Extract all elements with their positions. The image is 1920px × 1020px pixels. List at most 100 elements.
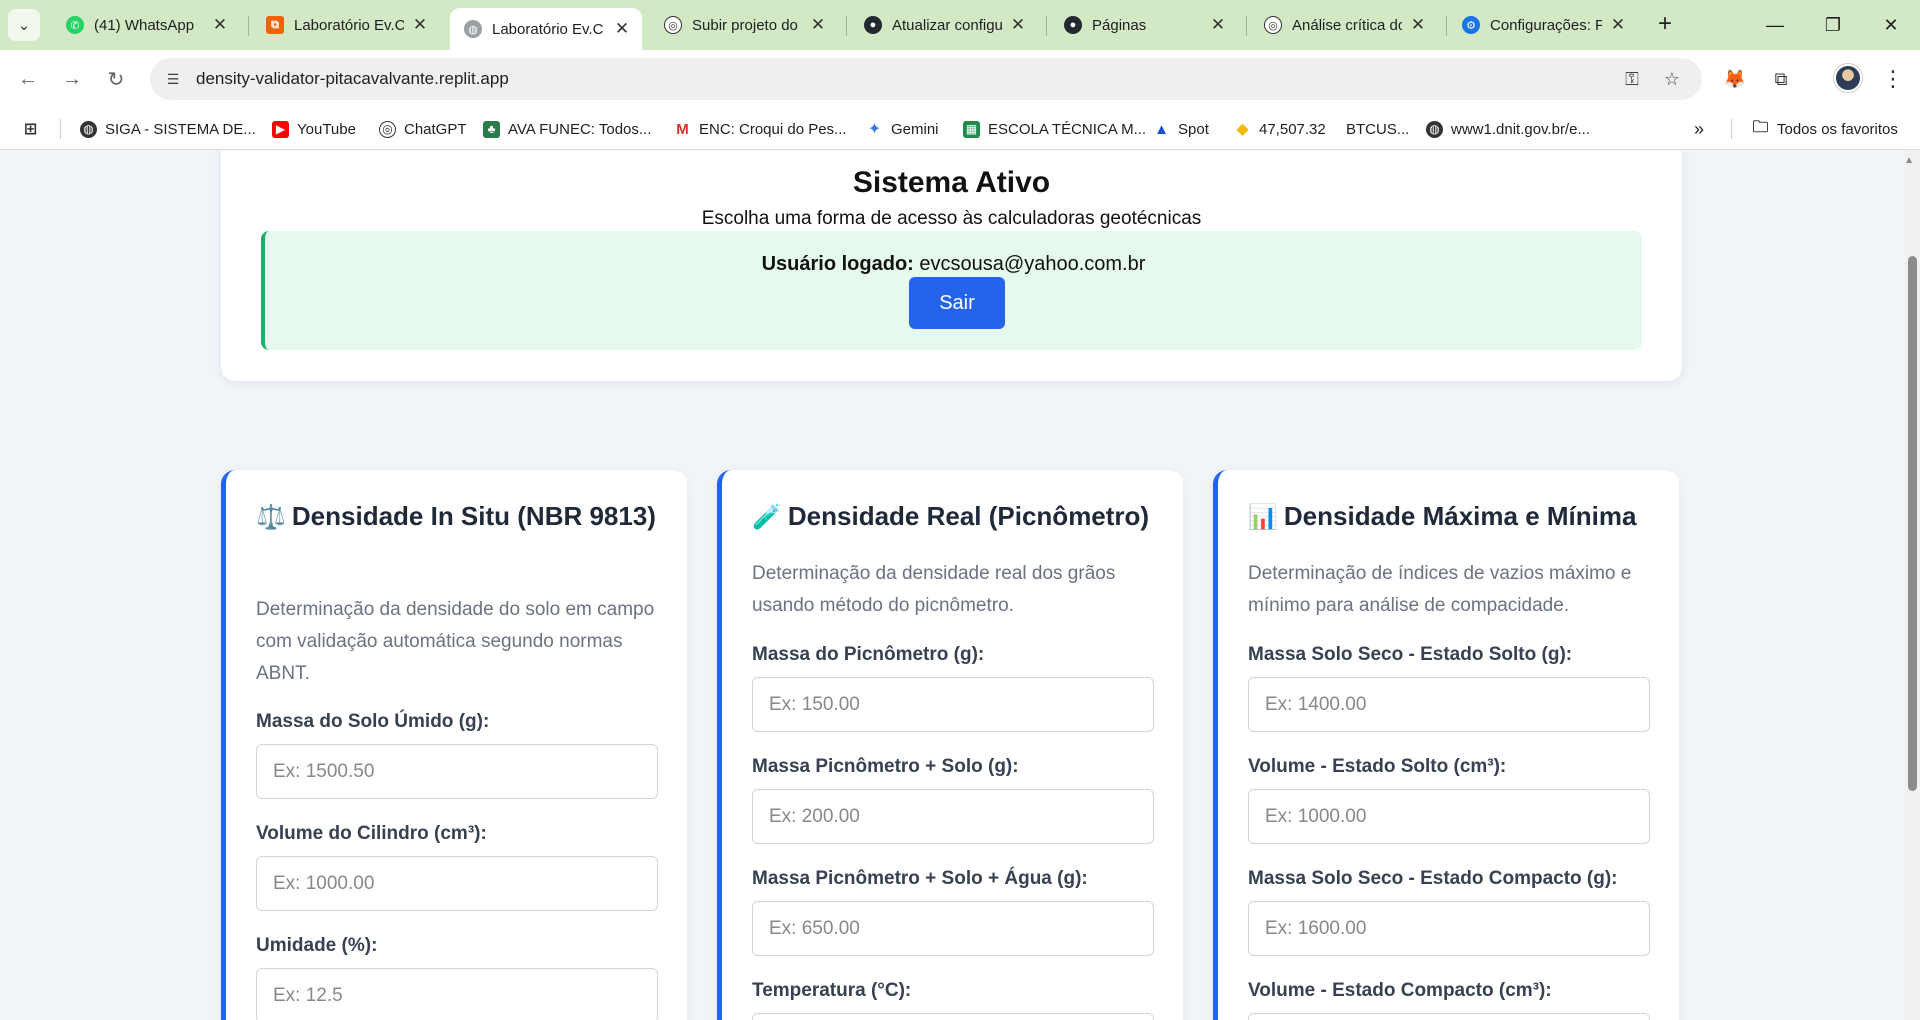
volume-cilindro-input[interactable] bbox=[256, 856, 658, 911]
avatar[interactable] bbox=[1834, 64, 1862, 92]
openai-icon: ◎ bbox=[379, 120, 396, 138]
volume-solto-field[interactable] bbox=[1249, 790, 1649, 843]
metamask-extension-icon[interactable]: 🦊 bbox=[1719, 63, 1751, 95]
umidade-input[interactable] bbox=[256, 968, 658, 1020]
close-icon[interactable]: ✕ bbox=[612, 19, 632, 39]
massa-solo-umido-input[interactable] bbox=[256, 744, 658, 799]
scroll-up-arrow-icon[interactable]: ▲ bbox=[1904, 155, 1914, 166]
massa-picnometro-solo-agua-field[interactable] bbox=[753, 902, 1153, 955]
card-densidade-real: 🧪 Densidade Real (Picnômetro) Determinaçã… bbox=[717, 470, 1183, 1020]
ava-icon: ♣ bbox=[483, 120, 500, 138]
card-description: Determinação da densidade real dos grãos… bbox=[752, 563, 1116, 616]
bookmark-youtube[interactable]: ▶ YouTube bbox=[272, 117, 356, 141]
umidade-field[interactable] bbox=[257, 969, 657, 1020]
massa-picnometro-input[interactable] bbox=[752, 677, 1154, 732]
school-icon: ▦ bbox=[963, 120, 980, 138]
field-label: Massa Picnômetro + Solo + Água (g): bbox=[752, 868, 1088, 889]
all-bookmarks-button[interactable]: 🗀 Todos os favoritos bbox=[1752, 117, 1898, 141]
field-label: Massa do Picnômetro (g): bbox=[752, 644, 985, 665]
tab-label: Subir projeto do bbox=[692, 16, 798, 34]
bookmark-enc-croqui[interactable]: M ENC: Croqui do Pes... bbox=[674, 117, 847, 141]
bookmark-label: Todos os favoritos bbox=[1777, 120, 1898, 138]
close-icon[interactable]: ✕ bbox=[410, 15, 430, 35]
bookmark-gemini[interactable]: ✦ Gemini bbox=[866, 117, 939, 141]
massa-solo-umido-field[interactable] bbox=[257, 745, 657, 798]
close-icon[interactable]: ✕ bbox=[210, 15, 230, 35]
forward-button[interactable]: → bbox=[56, 63, 88, 95]
close-icon[interactable]: ✕ bbox=[1008, 15, 1028, 35]
restore-button[interactable]: ❐ bbox=[1804, 0, 1862, 50]
star-icon[interactable]: ☆ bbox=[1660, 67, 1684, 91]
temperatura-field[interactable] bbox=[753, 1014, 1153, 1020]
new-tab-button[interactable]: + bbox=[1651, 11, 1679, 39]
address-bar[interactable]: ☰ density-validator-pitacavalvante.repli… bbox=[150, 58, 1702, 100]
tab-laboratorio-active[interactable]: ◍ Laboratório Ev.C ✕ bbox=[450, 8, 642, 50]
close-icon[interactable]: ✕ bbox=[1408, 15, 1428, 35]
divider bbox=[1731, 119, 1732, 139]
tab-atualizar-config[interactable]: ● Atualizar configu ✕ bbox=[850, 8, 1038, 42]
temperatura-input[interactable] bbox=[752, 1013, 1154, 1020]
tab-subir-projeto[interactable]: ◎ Subir projeto do ✕ bbox=[650, 8, 838, 42]
close-icon[interactable]: ✕ bbox=[1608, 15, 1628, 35]
minimize-button[interactable]: — bbox=[1746, 0, 1804, 50]
volume-compacto-field[interactable] bbox=[1249, 1014, 1649, 1020]
extensions-icon[interactable]: ⧉ bbox=[1765, 63, 1797, 95]
massa-solo-seco-solto-input[interactable] bbox=[1248, 677, 1650, 732]
arrow-left-icon: ← bbox=[18, 67, 38, 90]
tab-analise-critica[interactable]: ◎ Análise crítica do ✕ bbox=[1250, 8, 1438, 42]
close-window-button[interactable]: ✕ bbox=[1862, 0, 1920, 50]
bookmark-label: Gemini bbox=[891, 120, 939, 138]
massa-picnometro-solo-agua-input[interactable] bbox=[752, 901, 1154, 956]
chevron-down-icon: ⌄ bbox=[18, 16, 30, 33]
replit-icon: ⧉ bbox=[266, 16, 284, 34]
more-bookmarks-button[interactable]: » bbox=[1694, 117, 1704, 141]
field-label: Temperatura (°C): bbox=[752, 980, 912, 1001]
bookmark-dnit[interactable]: ◍ www1.dnit.gov.br/e... bbox=[1426, 117, 1590, 141]
site-info-icon[interactable]: ☰ bbox=[160, 66, 186, 92]
bar-chart-icon: 📊 bbox=[1248, 504, 1278, 531]
chevron-double-right-icon: » bbox=[1694, 118, 1705, 139]
massa-solo-seco-compacto-input[interactable] bbox=[1248, 901, 1650, 956]
massa-picnometro-solo-input[interactable] bbox=[752, 789, 1154, 844]
vertical-scrollbar[interactable] bbox=[1905, 151, 1920, 1020]
massa-solo-seco-solto-field[interactable] bbox=[1249, 678, 1649, 731]
bookmark-label: ENC: Croqui do Pes... bbox=[699, 120, 847, 138]
massa-solo-seco-compacto-field[interactable] bbox=[1249, 902, 1649, 955]
bookmark-binance[interactable]: ◆ 47,507.32 bbox=[1234, 117, 1326, 141]
tab-divider bbox=[248, 16, 249, 36]
bookmark-btcus[interactable]: BTCUS... bbox=[1346, 117, 1409, 141]
apps-button[interactable]: ⊞ bbox=[22, 117, 47, 141]
close-icon[interactable]: ✕ bbox=[1208, 15, 1228, 35]
massa-picnometro-solo-field[interactable] bbox=[753, 790, 1153, 843]
logout-button[interactable]: Sair bbox=[909, 277, 1005, 329]
tab-search-button[interactable]: ⌄ bbox=[8, 9, 40, 41]
tab-whatsapp[interactable]: ✆ (41) WhatsApp ✕ bbox=[52, 8, 240, 42]
key-icon[interactable]: ⚿ bbox=[1620, 67, 1644, 91]
bookmark-escola-tecnica[interactable]: ▦ ESCOLA TÉCNICA M... bbox=[963, 117, 1146, 141]
tab-laboratorio-1[interactable]: ⧉ Laboratório Ev.C ✕ bbox=[252, 8, 440, 42]
scrollbar-thumb[interactable] bbox=[1908, 256, 1917, 791]
menu-kebab-icon[interactable]: ⋮ bbox=[1877, 63, 1909, 95]
tab-paginas[interactable]: ● Páginas ✕ bbox=[1050, 8, 1238, 42]
page-subtitle: Escolha uma forma de acesso às calculado… bbox=[701, 208, 1202, 229]
volume-solto-input[interactable] bbox=[1248, 789, 1650, 844]
volume-compacto-input[interactable] bbox=[1248, 1013, 1650, 1020]
card-title-text: Densidade Máxima e Mínima bbox=[1283, 501, 1637, 531]
volume-cilindro-field[interactable] bbox=[257, 857, 657, 910]
bookmark-chatgpt[interactable]: ◎ ChatGPT bbox=[379, 117, 467, 141]
bookmark-ava-funec[interactable]: ♣ AVA FUNEC: Todos... bbox=[483, 117, 651, 141]
bookmark-spot[interactable]: ▲ Spot bbox=[1153, 117, 1209, 141]
tab-label: Laboratório Ev.C bbox=[294, 16, 404, 34]
url-text[interactable]: density-validator-pitacavalvante.replit.… bbox=[196, 69, 509, 89]
close-icon[interactable]: ✕ bbox=[808, 15, 828, 35]
tab-configuracoes[interactable]: ⚙ Configurações: P ✕ bbox=[1448, 8, 1638, 42]
bookmark-siga[interactable]: ◍ SIGA - SISTEMA DE... bbox=[80, 117, 256, 141]
binance-icon: ◆ bbox=[1234, 120, 1251, 138]
tab-strip: ⌄ ✆ (41) WhatsApp ✕ ⧉ Laboratório Ev.C ✕… bbox=[0, 0, 1920, 50]
massa-picnometro-field[interactable] bbox=[753, 678, 1153, 731]
card-densidade-max-min: 📊 Densidade Máxima e Mínima Determinação … bbox=[1213, 470, 1679, 1020]
tab-label: Configurações: P bbox=[1490, 16, 1602, 34]
reload-button[interactable]: ↻ bbox=[100, 63, 132, 95]
tab-label: Atualizar configu bbox=[892, 16, 1002, 34]
back-button[interactable]: ← bbox=[12, 63, 44, 95]
